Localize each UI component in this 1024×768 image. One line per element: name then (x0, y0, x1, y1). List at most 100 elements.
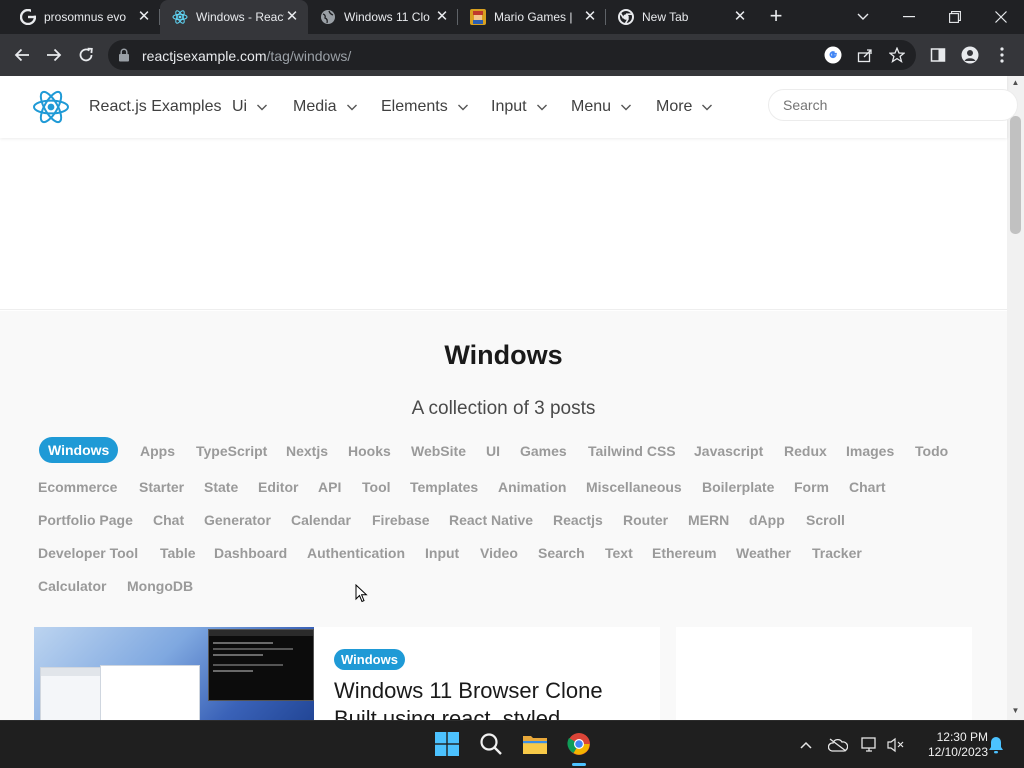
tab-new-tab[interactable]: New Tab ✕ (606, 0, 756, 34)
tag-api[interactable]: API (318, 479, 341, 495)
speaker-muted-icon[interactable] (886, 735, 906, 755)
tag-form[interactable]: Form (794, 479, 829, 495)
taskbar-clock[interactable]: 12:30 PM 12/10/2023 (912, 730, 988, 760)
close-tab-icon[interactable]: ✕ (136, 9, 152, 25)
tag-mern[interactable]: MERN (688, 512, 729, 528)
tag-ui[interactable]: UI (486, 443, 500, 459)
tag-tailwind-css[interactable]: Tailwind CSS (588, 443, 676, 459)
search-icon[interactable] (478, 731, 504, 757)
menu-ui[interactable]: Ui (232, 98, 268, 116)
network-display-icon[interactable] (860, 735, 880, 755)
tag-images[interactable]: Images (846, 443, 894, 459)
tag-calculator[interactable]: Calculator (38, 578, 106, 594)
post-thumbnail[interactable] (34, 627, 314, 720)
tab-windows-react[interactable]: Windows - React ✕ (160, 0, 308, 34)
tab-windows11-clone[interactable]: Windows 11 Clo ✕ (308, 0, 458, 34)
site-brand-link[interactable]: React.js Examples (89, 98, 222, 116)
tag-authentication[interactable]: Authentication (307, 545, 405, 561)
menu-more[interactable]: More (656, 98, 713, 116)
tag-dapp[interactable]: dApp (749, 512, 785, 528)
tag-website[interactable]: WebSite (411, 443, 466, 459)
tag-games[interactable]: Games (520, 443, 567, 459)
file-explorer-icon[interactable] (522, 731, 548, 757)
chevron-up-icon[interactable] (796, 735, 816, 755)
address-bar[interactable]: reactjsexample.com/tag/windows/ (108, 40, 916, 70)
scroll-down-arrow-icon[interactable]: ▼ (1011, 706, 1020, 715)
tag-generator[interactable]: Generator (204, 512, 271, 528)
close-tab-icon[interactable]: ✕ (434, 9, 450, 25)
tag-weather[interactable]: Weather (736, 545, 791, 561)
scrollbar-thumb[interactable] (1010, 116, 1021, 234)
post-card[interactable]: Windows Windows 11 Browser Clone Built u… (34, 627, 660, 720)
tag-boilerplate[interactable]: Boilerplate (702, 479, 774, 495)
tag-state[interactable]: State (204, 479, 238, 495)
back-button[interactable] (9, 42, 35, 68)
side-panel-icon[interactable] (925, 42, 951, 68)
tab-search-button[interactable] (840, 0, 886, 34)
react-logo-icon[interactable] (32, 88, 70, 126)
minimize-button[interactable] (886, 0, 932, 34)
lock-icon[interactable] (118, 48, 130, 62)
tag-video[interactable]: Video (480, 545, 518, 561)
tag-developer-tool[interactable]: Developer Tool (38, 545, 138, 561)
tab-mario-games[interactable]: Mario Games | ✕ (458, 0, 606, 34)
tag-reactjs[interactable]: Reactjs (553, 512, 603, 528)
tag-typescript[interactable]: TypeScript (196, 443, 267, 459)
tag-ethereum[interactable]: Ethereum (652, 545, 717, 561)
tag-tool[interactable]: Tool (362, 479, 391, 495)
tag-input[interactable]: Input (425, 545, 459, 561)
notification-bell-icon[interactable] (986, 735, 1006, 755)
tag-ecommerce[interactable]: Ecommerce (38, 479, 117, 495)
onedrive-offline-icon[interactable] (828, 735, 848, 755)
tag-scroll[interactable]: Scroll (806, 512, 845, 528)
google-lens-icon[interactable] (824, 46, 842, 64)
menu-input[interactable]: Input (491, 98, 548, 116)
close-tab-icon[interactable]: ✕ (284, 9, 300, 25)
page-scrollbar[interactable]: ▲ ▼ (1007, 76, 1024, 720)
tag-windows[interactable]: Windows (39, 437, 119, 463)
forward-button[interactable] (41, 42, 67, 68)
tab-prosomnus[interactable]: prosomnus evo ✕ (8, 0, 160, 34)
tag-dashboard[interactable]: Dashboard (214, 545, 287, 561)
tag-text[interactable]: Text (605, 545, 633, 561)
site-search-input[interactable] (768, 89, 1018, 121)
reload-button[interactable] (73, 42, 99, 68)
tag-redux[interactable]: Redux (784, 443, 827, 459)
tag-animation[interactable]: Animation (498, 479, 566, 495)
menu-elements[interactable]: Elements (381, 98, 469, 116)
tag-portfolio-page[interactable]: Portfolio Page (38, 512, 133, 528)
tag-mongodb[interactable]: MongoDB (127, 578, 193, 594)
tag-nextjs[interactable]: Nextjs (286, 443, 328, 459)
tag-hooks[interactable]: Hooks (348, 443, 391, 459)
close-tab-icon[interactable]: ✕ (582, 9, 598, 25)
menu-kebab-icon[interactable] (989, 42, 1015, 68)
tag-editor[interactable]: Editor (258, 479, 298, 495)
chrome-taskbar-icon[interactable] (566, 731, 592, 757)
tag-router[interactable]: Router (623, 512, 668, 528)
tag-react-native[interactable]: React Native (449, 512, 533, 528)
tag-tracker[interactable]: Tracker (812, 545, 862, 561)
new-tab-button[interactable]: + (764, 5, 788, 29)
windows-start-icon[interactable] (434, 731, 460, 757)
tag-todo[interactable]: Todo (915, 443, 948, 459)
tag-templates[interactable]: Templates (410, 479, 478, 495)
share-icon[interactable] (856, 46, 874, 64)
tag-starter[interactable]: Starter (139, 479, 184, 495)
tag-chart[interactable]: Chart (849, 479, 886, 495)
scroll-up-arrow-icon[interactable]: ▲ (1011, 78, 1020, 87)
tag-javascript[interactable]: Javascript (694, 443, 763, 459)
post-title[interactable]: Windows 11 Browser Clone Built using rea… (334, 677, 644, 720)
menu-menu[interactable]: Menu (571, 98, 632, 116)
menu-media[interactable]: Media (293, 98, 358, 116)
close-window-button[interactable] (978, 0, 1024, 34)
tag-table[interactable]: Table (160, 545, 196, 561)
close-tab-icon[interactable]: ✕ (732, 9, 748, 25)
tag-chat[interactable]: Chat (153, 512, 184, 528)
post-category-badge[interactable]: Windows (334, 649, 405, 670)
restore-button[interactable] (932, 0, 978, 34)
bookmark-star-icon[interactable] (888, 46, 906, 64)
tag-miscellaneous[interactable]: Miscellaneous (586, 479, 682, 495)
profile-avatar-icon[interactable] (957, 42, 983, 68)
tag-search[interactable]: Search (538, 545, 585, 561)
tag-apps[interactable]: Apps (140, 443, 175, 459)
